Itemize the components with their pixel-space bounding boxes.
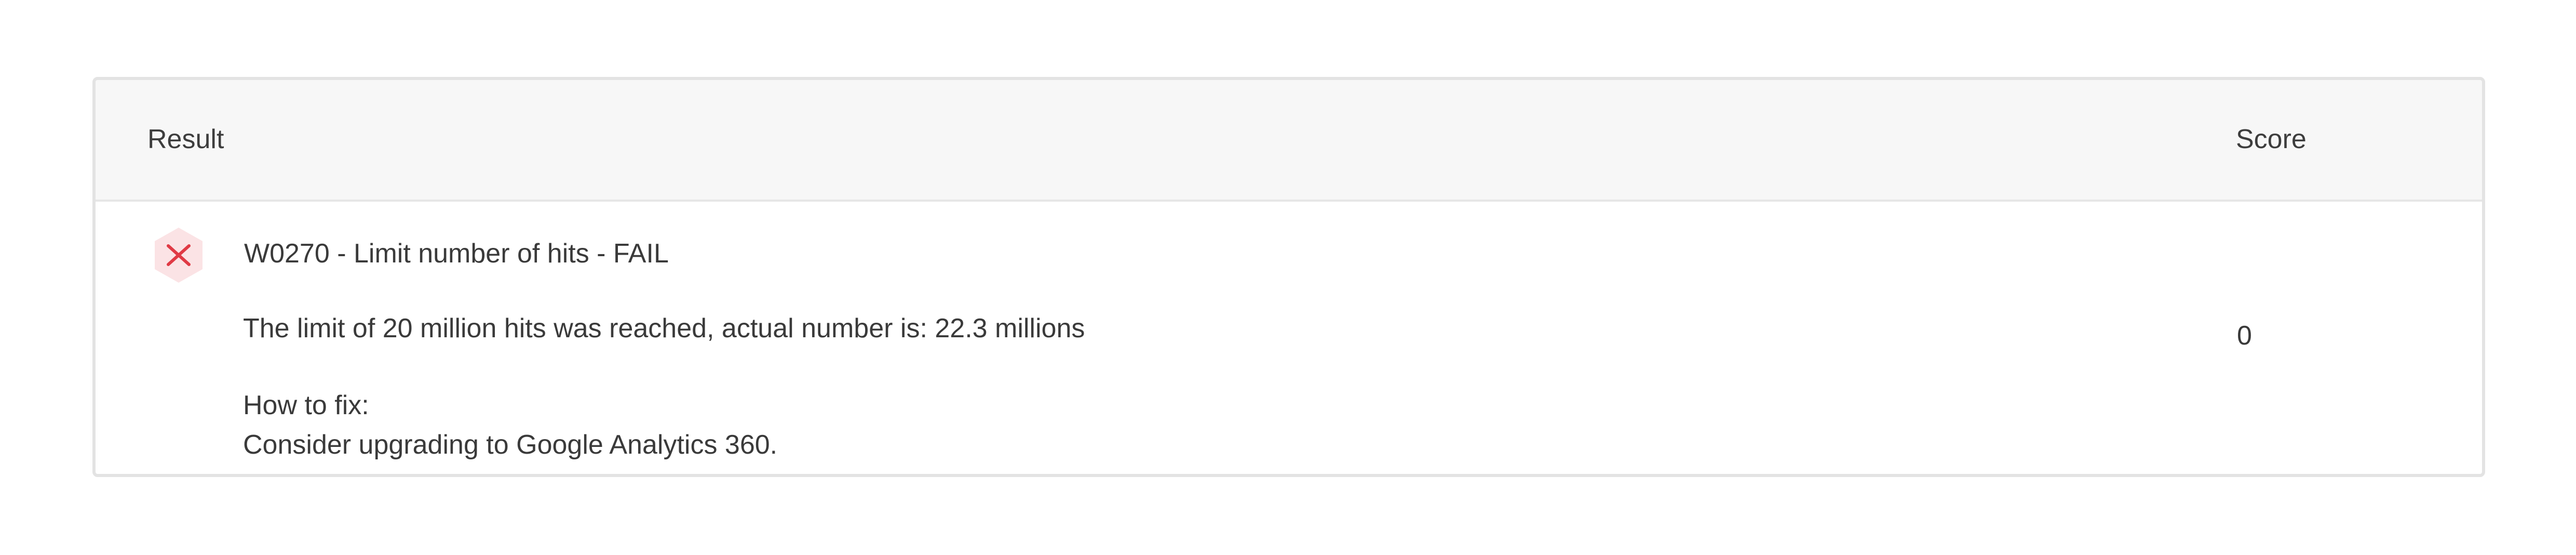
- result-score: 0: [2237, 321, 2252, 351]
- results-table: Result Score W0270 - Limit number of hit…: [92, 77, 2485, 477]
- table-header: Result Score: [96, 80, 2482, 202]
- table-row: W0270 - Limit number of hits - FAIL The …: [96, 202, 2482, 474]
- fail-x-icon: [153, 227, 205, 284]
- column-header-score: Score: [2236, 124, 2307, 154]
- column-header-result: Result: [147, 124, 224, 154]
- result-title: W0270 - Limit number of hits - FAIL: [244, 239, 669, 269]
- how-to-fix-label: How to fix:: [243, 390, 369, 420]
- how-to-fix-text: Consider upgrading to Google Analytics 3…: [243, 430, 778, 460]
- result-message: The limit of 20 million hits was reached…: [243, 313, 1085, 343]
